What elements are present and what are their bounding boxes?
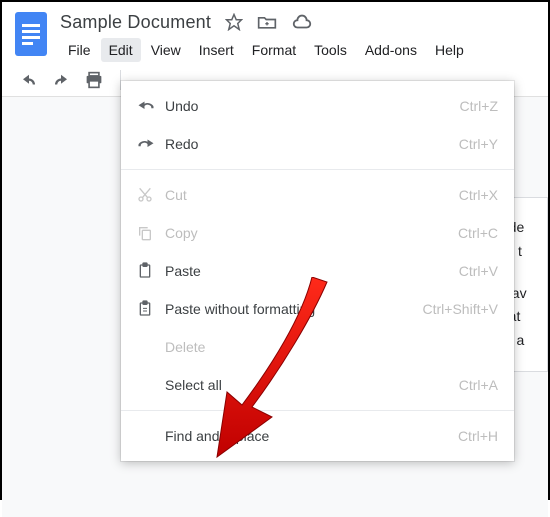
undo-icon [137, 100, 165, 112]
star-icon[interactable] [225, 13, 243, 31]
menu-item-shortcut: Ctrl+Z [460, 98, 499, 114]
menu-item-copy: Copy Ctrl+C [121, 214, 514, 252]
menu-item-shortcut: Ctrl+X [459, 187, 498, 203]
paste-icon [137, 262, 165, 280]
document-title[interactable]: Sample Document [60, 12, 211, 33]
menu-item-label: Select all [165, 377, 459, 393]
menu-format[interactable]: Format [244, 38, 304, 62]
menu-item-shortcut: Ctrl+Y [459, 136, 498, 152]
cut-icon [137, 187, 165, 203]
menu-item-select-all[interactable]: Select all Ctrl+A [121, 366, 514, 404]
cloud-status-icon[interactable] [291, 13, 313, 31]
menu-item-label: Find and replace [165, 428, 458, 444]
menu-item-label: Copy [165, 225, 458, 241]
menu-item-shortcut: Ctrl+A [459, 377, 498, 393]
menu-item-shortcut: Ctrl+Shift+V [423, 301, 498, 317]
copy-icon [137, 225, 165, 241]
menu-addons[interactable]: Add-ons [357, 38, 425, 62]
menu-item-find-and-replace[interactable]: Find and replace Ctrl+H [121, 417, 514, 455]
menu-item-paste[interactable]: Paste Ctrl+V [121, 252, 514, 290]
menu-item-redo[interactable]: Redo Ctrl+Y [121, 125, 514, 163]
menu-item-label: Cut [165, 187, 459, 203]
move-folder-icon[interactable] [257, 13, 277, 31]
menu-item-shortcut: Ctrl+H [458, 428, 498, 444]
menu-help[interactable]: Help [427, 38, 472, 62]
menu-item-label: Paste without formatting [165, 301, 423, 317]
menu-item-shortcut: Ctrl+C [458, 225, 498, 241]
redo-icon [137, 138, 165, 150]
app-header: Sample Document File Edit View [2, 2, 548, 62]
menu-separator [121, 169, 514, 170]
titlebar: Sample Document [60, 10, 548, 34]
menu-item-label: Redo [165, 136, 459, 152]
menu-item-paste-without-formatting[interactable]: Paste without formatting Ctrl+Shift+V [121, 290, 514, 328]
menu-item-label: Paste [165, 263, 459, 279]
menu-item-delete: Delete [121, 328, 514, 366]
toolbar-print-icon[interactable] [84, 71, 104, 89]
menu-item-label: Delete [165, 339, 498, 355]
menu-view[interactable]: View [143, 38, 189, 62]
menubar: File Edit View Insert Format Tools Add-o… [60, 38, 548, 62]
toolbar-redo-icon[interactable] [52, 73, 70, 87]
menu-file[interactable]: File [60, 38, 99, 62]
menu-edit[interactable]: Edit [101, 38, 141, 62]
menu-item-undo[interactable]: Undo Ctrl+Z [121, 87, 514, 125]
paste-plain-icon [137, 300, 165, 318]
menu-separator [121, 410, 514, 411]
menu-item-label: Undo [165, 98, 460, 114]
menu-item-shortcut: Ctrl+V [459, 263, 498, 279]
toolbar-undo-icon[interactable] [20, 73, 38, 87]
menu-insert[interactable]: Insert [191, 38, 242, 62]
docs-logo-icon[interactable] [12, 10, 50, 58]
menu-tools[interactable]: Tools [306, 38, 355, 62]
edit-dropdown-menu: Undo Ctrl+Z Redo Ctrl+Y Cut Ctrl+X Copy … [121, 81, 514, 461]
menu-item-cut: Cut Ctrl+X [121, 176, 514, 214]
